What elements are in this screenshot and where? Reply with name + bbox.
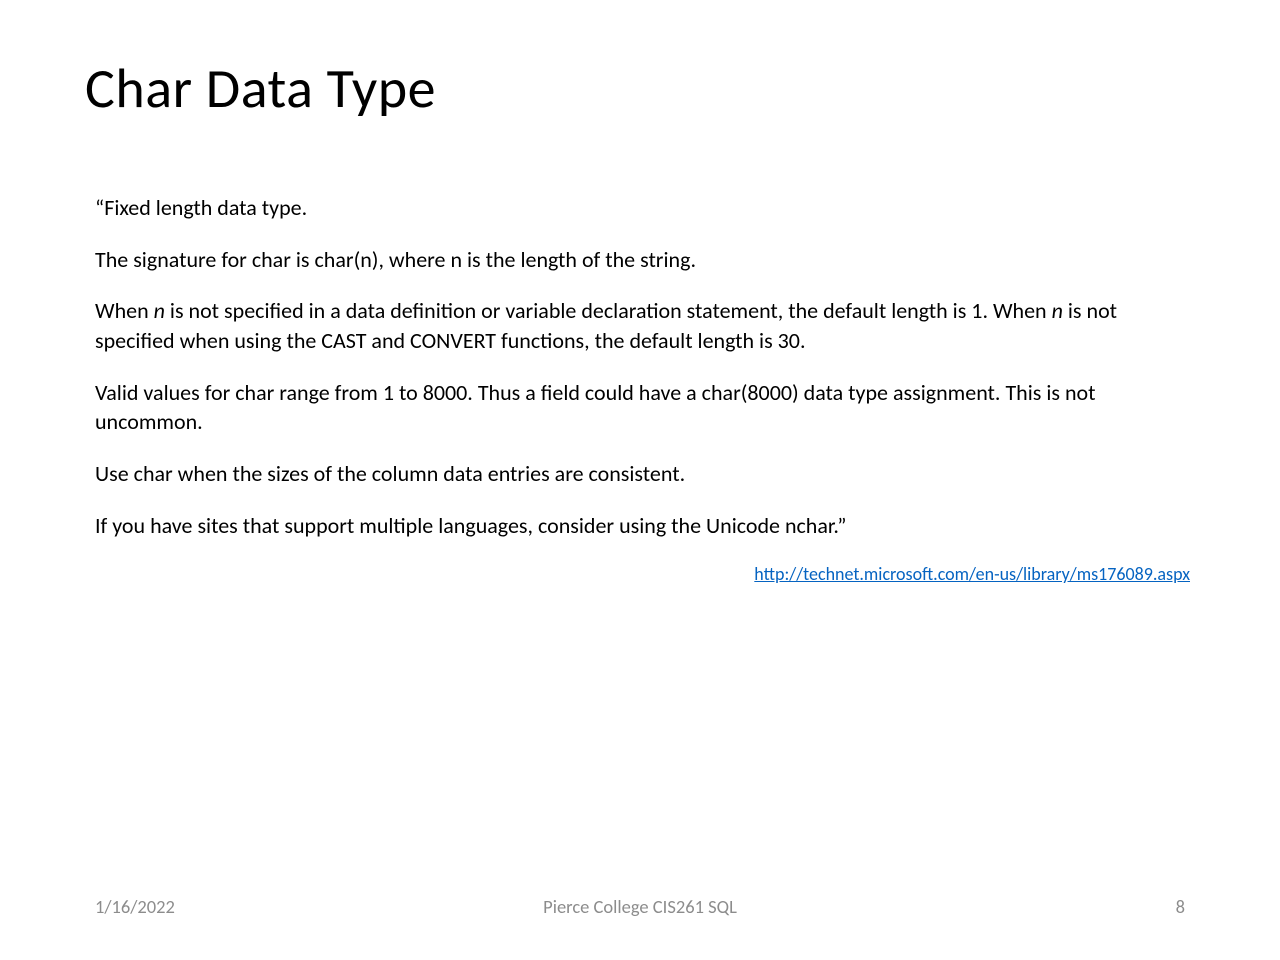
paragraph-3-part-c: is not specified in a data definition or…	[165, 297, 1052, 324]
paragraph-6: If you have sites that support multiple …	[95, 511, 1190, 541]
slide-footer: 1/16/2022 Pierce College CIS261 SQL 8	[0, 895, 1280, 918]
footer-center: Pierce College CIS261 SQL	[543, 895, 737, 918]
slide-title: Char Data Type	[85, 55, 1190, 123]
slide: Char Data Type “Fixed length data type. …	[0, 0, 1280, 960]
paragraph-4: Valid values for char range from 1 to 80…	[95, 378, 1190, 437]
reference-link[interactable]: http://technet.microsoft.com/en-us/libra…	[754, 563, 1190, 585]
footer-page-number: 8	[1176, 895, 1185, 918]
footer-date: 1/16/2022	[95, 895, 175, 918]
paragraph-5: Use char when the sizes of the column da…	[95, 459, 1190, 489]
paragraph-3-italic-n2: n	[1052, 297, 1063, 324]
paragraph-3-italic-n1: n	[154, 297, 165, 324]
paragraph-3-part-a: When	[95, 297, 154, 324]
paragraph-1: “Fixed length data type.	[95, 193, 1190, 223]
paragraph-2: The signature for char is char(n), where…	[95, 245, 1190, 275]
reference-link-line: http://technet.microsoft.com/en-us/libra…	[95, 563, 1190, 585]
paragraph-3: When n is not specified in a data defini…	[95, 296, 1190, 355]
slide-content: “Fixed length data type. The signature f…	[85, 193, 1190, 585]
